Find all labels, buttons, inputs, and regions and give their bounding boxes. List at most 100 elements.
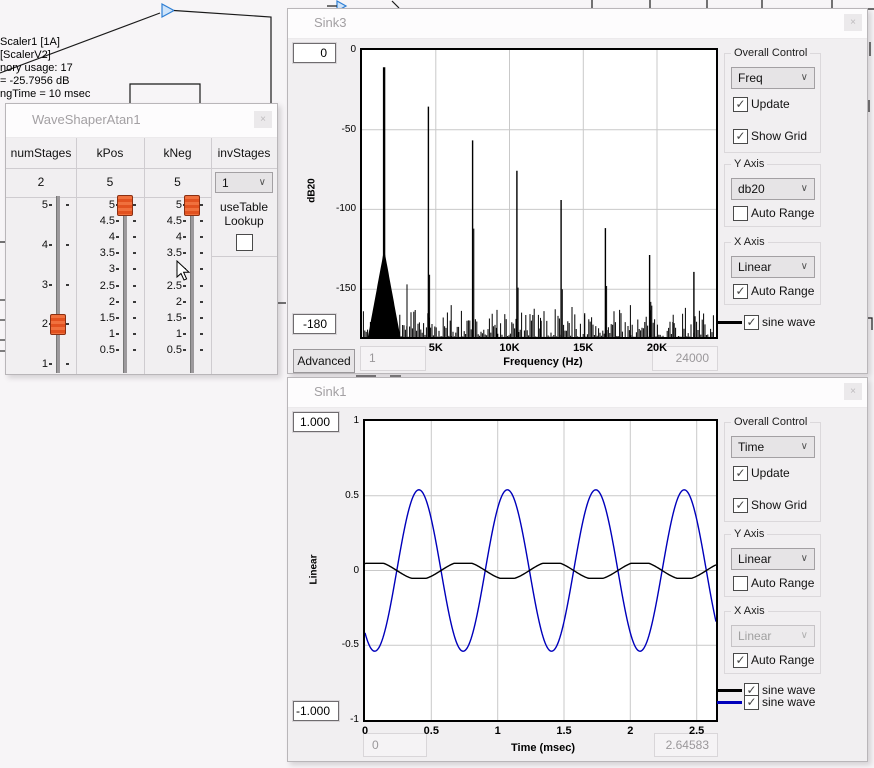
slider-tick (116, 252, 119, 254)
legend-label: sine wave (762, 695, 815, 709)
chevron-down-icon: ∨ (801, 437, 808, 457)
slider-tick-label: 3 (14, 279, 48, 291)
synthedit-canvas: Scaler1 [1A] [ScalerV2] nory usage: 17 =… (0, 0, 874, 768)
slider-tick (66, 323, 69, 325)
y-auto-range-checkbox[interactable] (733, 206, 748, 221)
slider-tick (49, 204, 52, 206)
x-auto-range-checkbox[interactable]: ✓ (733, 284, 748, 299)
window-waveshaper: WaveShaperAtan1 × numStages kPos kNeg in… (5, 103, 278, 375)
slider-tick-label: 1 (81, 328, 115, 340)
y-tick-label: -0.5 (327, 639, 359, 650)
slider-tick (116, 317, 119, 319)
slider-tick (200, 252, 203, 254)
slider-tick (116, 236, 119, 238)
update-checkbox[interactable]: ✓ (733, 97, 748, 112)
slider-tick-label: 3.5 (81, 247, 115, 259)
slider-tick-label: 4.5 (81, 215, 115, 227)
slider-tick-label: 1.5 (81, 312, 115, 324)
slider-handle[interactable] (184, 195, 200, 216)
slider-tick (133, 285, 136, 287)
waveshaper-body: numStages kPos kNeg invStages 2 5 5 1 ∨ … (6, 104, 277, 374)
slider-tick (66, 204, 69, 206)
sink1-body: 1.000 -1.000 Linear 0 Time (msec) 2.6458… (288, 378, 867, 761)
y-axis-title: dB20 (307, 169, 318, 213)
slider-tick (133, 349, 136, 351)
slider-tick (200, 220, 203, 222)
x-tick-label: 2 (608, 725, 652, 737)
sink3-body: 0 -180 dB20 Advanced 1 Frequency (Hz) 24… (288, 9, 867, 373)
y-tick-label: 0.5 (327, 490, 359, 501)
slider-tick (133, 268, 136, 270)
show-grid-checkbox[interactable]: ✓ (733, 129, 748, 144)
slider-tick-label: 3 (81, 263, 115, 275)
slider-tick (133, 220, 136, 222)
x-axis-dropdown[interactable]: Linear ∨ (731, 625, 815, 647)
slider-tick (133, 252, 136, 254)
slider-tick (183, 349, 186, 351)
slider-track[interactable] (123, 196, 127, 373)
x-tick-label: 10K (488, 342, 532, 354)
slider-tick (49, 284, 52, 286)
slider-track[interactable] (56, 196, 60, 373)
slider-tick-label: 3.5 (148, 247, 182, 259)
chevron-down-icon: ∨ (801, 549, 808, 569)
y-tick-label: 0 (324, 44, 356, 55)
y-tick-label: -1 (327, 714, 359, 725)
y-tick-label: -50 (324, 124, 356, 135)
overall-control-group: Overall Control Freq ∨ ✓ Update ✓ Show G… (724, 53, 821, 153)
slider-tick (133, 333, 136, 335)
update-checkbox[interactable]: ✓ (733, 466, 748, 481)
x-auto-range-checkbox[interactable]: ✓ (733, 653, 748, 668)
y-min-value-box[interactable]: -180 (293, 314, 336, 334)
legend-checkbox[interactable]: ✓ (744, 315, 759, 330)
y-auto-range-checkbox[interactable] (733, 576, 748, 591)
slider-tick (116, 220, 119, 222)
slider-area: 5432154.543.532.521.510.554.543.532.521.… (6, 104, 277, 374)
slider-handle[interactable] (50, 314, 66, 335)
slider-tick-label: 5 (14, 199, 48, 211)
advanced-button[interactable]: Advanced (293, 349, 355, 373)
x-axis-group: X Axis Linear ∨ ✓ Auto Range (724, 611, 821, 674)
module-info-text: Scaler1 [1A] [ScalerV2] nory usage: 17 =… (0, 36, 90, 101)
slider-tick-label: 4 (14, 239, 48, 251)
slider-tick (66, 284, 69, 286)
x-axis-dropdown[interactable]: Linear ∨ (731, 256, 815, 278)
overall-control-group: Overall Control Time ∨ ✓ Update ✓ Show G… (724, 422, 821, 522)
slider-tick-label: 4 (81, 231, 115, 243)
slider-tick-label: 5 (81, 199, 115, 211)
slider-tick (133, 204, 136, 206)
x-tick-label: 15K (561, 342, 605, 354)
y-axis-dropdown[interactable]: db20 ∨ (731, 178, 815, 200)
slider-tick (183, 285, 186, 287)
slider-tick-label: 4.5 (148, 215, 182, 227)
slider-tick (183, 236, 186, 238)
wire-arrow-icon (162, 4, 174, 17)
show-grid-checkbox[interactable]: ✓ (733, 498, 748, 513)
slider-tick (133, 236, 136, 238)
chevron-down-icon: ∨ (801, 626, 808, 646)
x-tick-label: 20K (635, 342, 679, 354)
plot-canvas (365, 421, 716, 720)
overall-mode-dropdown[interactable]: Freq ∨ (731, 67, 815, 89)
slider-track[interactable] (190, 196, 194, 373)
slider-tick (133, 301, 136, 303)
legend-label: sine wave (762, 315, 815, 329)
chevron-down-icon: ∨ (801, 68, 808, 88)
window-sink3: Sink3 × 0 -180 dB20 Advanced 1 Frequency… (287, 8, 868, 374)
slider-tick-label: 0.5 (148, 344, 182, 356)
chevron-down-icon: ∨ (801, 257, 808, 277)
legend-checkbox[interactable]: ✓ (744, 695, 759, 710)
slider-tick (66, 363, 69, 365)
legend-line-black (717, 321, 742, 324)
overall-mode-dropdown[interactable]: Time ∨ (731, 436, 815, 458)
slider-tick (49, 244, 52, 246)
y-axis-dropdown[interactable]: Linear ∨ (731, 548, 815, 570)
legend-line-black (717, 689, 742, 692)
slider-handle[interactable] (117, 195, 133, 216)
slider-tick (200, 301, 203, 303)
x-tick-label: 1.5 (542, 725, 586, 737)
slider-tick (116, 285, 119, 287)
slider-tick (200, 236, 203, 238)
slider-tick (200, 204, 203, 206)
slider-tick (200, 333, 203, 335)
